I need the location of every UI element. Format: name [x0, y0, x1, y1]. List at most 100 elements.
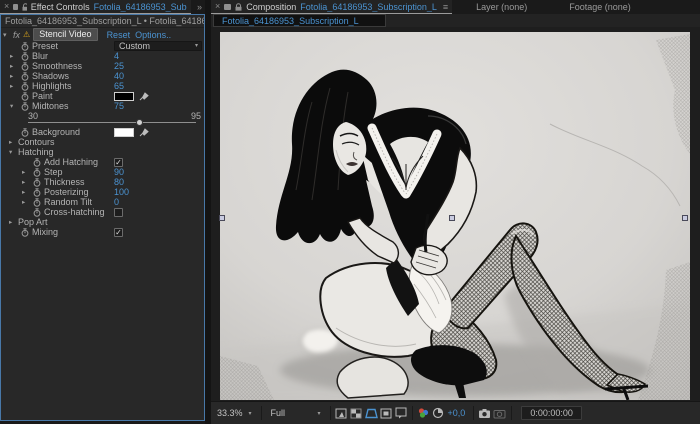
- mask-visibility-icon[interactable]: [349, 406, 364, 420]
- param-row-step: ▸ Step 90: [1, 167, 204, 177]
- param-row-cross-hatching: Cross-hatching: [1, 207, 204, 217]
- composition-viewport[interactable]: [211, 27, 700, 401]
- lock-icon[interactable]: [235, 3, 242, 11]
- exposure-value[interactable]: +0,0: [448, 408, 466, 418]
- param-name: Highlights: [32, 81, 72, 91]
- param-value[interactable]: 100: [114, 187, 129, 197]
- param-row-smoothness: ▸Smoothness25: [1, 61, 204, 71]
- param-row-posterizing: ▸ Posterizing 100: [1, 187, 204, 197]
- disclosure-icon[interactable]: ▸: [10, 62, 13, 70]
- disclosure-icon[interactable]: ▾: [10, 102, 13, 110]
- effect-params: Preset Custom▾ ▸ Blur 4▸Smoothness25▸Shadows…: [1, 41, 204, 237]
- effect-disclosure-icon[interactable]: ▾: [3, 31, 10, 39]
- tab-composition[interactable]: × Composition Fotolia_64186953_Subscript…: [211, 0, 452, 14]
- snapshot-icon[interactable]: [477, 406, 492, 420]
- param-name: Posterizing: [44, 187, 89, 197]
- lock-icon[interactable]: [22, 3, 27, 11]
- disclosure-icon[interactable]: ▸: [22, 198, 25, 206]
- magnification-value: 33.3%: [217, 408, 243, 418]
- param-value[interactable]: 80: [114, 177, 124, 187]
- composition-canvas[interactable]: [220, 32, 690, 400]
- show-snapshot-icon[interactable]: [492, 406, 507, 420]
- panel-title: Composition: [246, 2, 296, 12]
- param-name: Midtones: [32, 101, 69, 111]
- effect-name[interactable]: Stencil Video: [33, 28, 97, 41]
- disclosure-icon[interactable]: ▸: [9, 218, 12, 226]
- fx-badge[interactable]: fx: [13, 30, 20, 40]
- layer-handle-right[interactable]: [682, 215, 688, 221]
- region-of-interest-icon[interactable]: [379, 406, 394, 420]
- close-icon[interactable]: ×: [215, 2, 220, 11]
- disclosure-icon[interactable]: ▸: [9, 138, 12, 146]
- param-row-hatching: ▾Hatching: [1, 147, 204, 157]
- stencil-video-image: [220, 32, 690, 400]
- effect-controls-body: Fotolia_64186953_Subscription_L • Fotoli…: [0, 14, 205, 421]
- param-row-midtones: ▾ Midtones 75: [1, 101, 204, 111]
- disclosure-icon[interactable]: ▸: [10, 82, 13, 90]
- grid-guides-options-icon[interactable]: [334, 406, 349, 420]
- tab-effect-controls[interactable]: × Effect Controls Fotolia_64186953_Subsc…: [0, 0, 191, 14]
- param-row-highlights: ▸ Highlights 65: [1, 81, 204, 91]
- param-value[interactable]: 90: [114, 167, 124, 177]
- param-name: Step: [44, 167, 63, 177]
- reset-button[interactable]: Reset: [107, 30, 131, 40]
- tab-footage[interactable]: Footage (none): [559, 2, 641, 12]
- param-row-mixing: Mixing✓: [1, 227, 204, 237]
- param-row-paint: Paint: [1, 91, 204, 101]
- param-value[interactable]: 40: [114, 71, 124, 81]
- param-name: Preset: [32, 41, 58, 51]
- param-value[interactable]: 0: [114, 197, 119, 207]
- disclosure-icon[interactable]: ▸: [22, 178, 25, 186]
- param-row-background: Background: [1, 127, 204, 137]
- param-name: Blur: [32, 51, 48, 61]
- effect-controls-panel: × Effect Controls Fotolia_64186953_Subsc…: [0, 0, 205, 424]
- panel-icon: [13, 4, 18, 10]
- param-checkbox[interactable]: [114, 208, 123, 217]
- param-value[interactable]: 4: [114, 51, 119, 61]
- param-checkbox[interactable]: ✓: [114, 158, 123, 167]
- transparency-grid-icon[interactable]: [394, 406, 409, 420]
- param-row-add-hatching: Add Hatching ✓: [1, 157, 204, 167]
- param-value[interactable]: 75: [114, 101, 124, 111]
- param-row-preset: Preset Custom▾: [1, 41, 204, 51]
- param-value[interactable]: 25: [114, 61, 124, 71]
- tab-layer[interactable]: Layer (none): [466, 2, 537, 12]
- composition-toolbar: 33.3% ▾ Full ▾: [211, 401, 700, 424]
- panel-document-name: Fotolia_64186953_Subscription_L: [300, 2, 437, 12]
- adjust-exposure-icon[interactable]: [431, 406, 446, 420]
- panel-overflow-icon[interactable]: »: [197, 2, 202, 12]
- slider-track[interactable]: [28, 122, 196, 123]
- param-dropdown[interactable]: Custom▾: [114, 41, 202, 51]
- disclosure-icon[interactable]: ▸: [22, 188, 25, 196]
- panel-menu-icon[interactable]: ≡: [443, 2, 448, 12]
- options-button[interactable]: Options..: [135, 30, 171, 40]
- color-swatch[interactable]: [114, 128, 134, 137]
- timecode-display[interactable]: 0:00:00:00: [521, 406, 582, 420]
- layer-anchor-point[interactable]: [449, 215, 455, 221]
- disclosure-icon[interactable]: ▾: [9, 148, 12, 156]
- color-swatch[interactable]: [114, 92, 134, 101]
- param-row-random-tilt: ▸ Random Tilt 0: [1, 197, 204, 207]
- stopwatch-icon[interactable]: [21, 228, 29, 239]
- resolution-dropdown[interactable]: Full ▾: [265, 406, 327, 421]
- param-name: Add Hatching: [44, 157, 98, 167]
- disclosure-icon[interactable]: ▸: [10, 72, 13, 80]
- param-name: Random Tilt: [44, 197, 92, 207]
- layer-handle-left[interactable]: [219, 215, 225, 221]
- composition-panel: × Composition Fotolia_64186953_Subscript…: [211, 0, 700, 424]
- param-checkbox[interactable]: ✓: [114, 228, 123, 237]
- composition-document-tab[interactable]: Fotolia_64186953_Subscription_L: [213, 14, 386, 27]
- show-channel-icon[interactable]: [416, 406, 431, 420]
- disclosure-icon[interactable]: ▸: [10, 52, 13, 60]
- param-name: Pop Art: [18, 217, 48, 227]
- slider-handle[interactable]: [136, 119, 143, 126]
- param-name: Background: [32, 127, 80, 137]
- resolution-value: Full: [271, 408, 312, 418]
- magnification-dropdown[interactable]: 33.3% ▾: [211, 406, 258, 421]
- param-value[interactable]: 65: [114, 81, 124, 91]
- param-row-shadows: ▸Shadows40: [1, 71, 204, 81]
- safe-zones-icon[interactable]: [364, 406, 379, 420]
- disclosure-icon[interactable]: ▸: [22, 168, 25, 176]
- param-row-pop-art: ▸ Pop Art: [1, 217, 204, 227]
- close-icon[interactable]: ×: [4, 2, 9, 11]
